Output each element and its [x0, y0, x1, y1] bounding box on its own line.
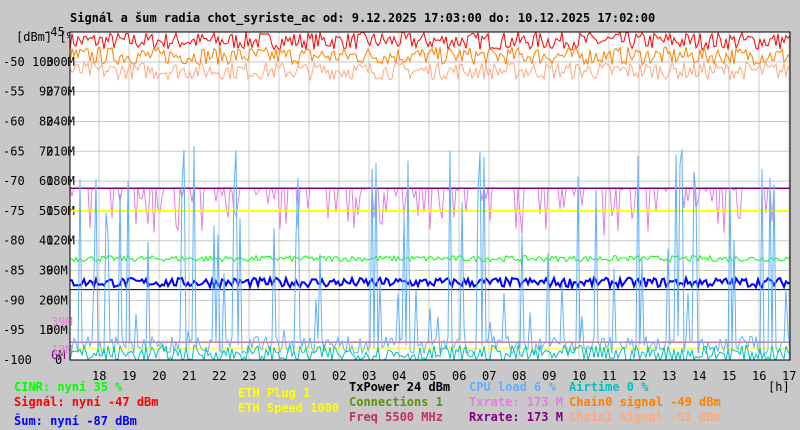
y-tick-rate: 180M: [46, 174, 75, 188]
legend-txpower: TxPower 24 dBm: [349, 380, 451, 394]
legend-freq: Freq 5500 MHz: [349, 410, 443, 424]
y-tick-dbm: -50: [3, 55, 25, 69]
rate-marker: 13M: [51, 343, 73, 357]
x-tick: 17: [782, 369, 796, 383]
legend-txrate: Txrate: 173 M: [469, 395, 563, 409]
legend-chain0: Chain0 signal -49 dBm: [569, 395, 721, 409]
y-tick-dbm: -80: [3, 234, 25, 248]
y-tick-dbm: -100: [3, 353, 32, 367]
y-tick-rate: 240M: [46, 114, 75, 128]
y-tick-rate: 60M: [46, 293, 68, 307]
legend-cinr: CINR: nyní 35 %: [14, 380, 123, 394]
y-tick-rate: 120M: [46, 234, 75, 248]
x-tick: 16: [752, 369, 766, 383]
y-tick-dbm: -85: [3, 264, 25, 278]
x-tick: 21: [182, 369, 196, 383]
x-tick: 14: [692, 369, 706, 383]
y-tick-dbm: -95: [3, 323, 25, 337]
x-tick: 23: [242, 369, 256, 383]
x-tick: 13: [662, 369, 676, 383]
x-tick: 02: [332, 369, 346, 383]
y-tick-dbm: -65: [3, 144, 25, 158]
y-tick-rate: 210M: [46, 144, 75, 158]
y-tick-dbm: -90: [3, 293, 25, 307]
y-tick-dbm: -60: [3, 114, 25, 128]
chart: Signál a šum radia chot_syriste_ac od: 9…: [0, 0, 800, 430]
y-tick-dbm: -55: [3, 85, 25, 99]
x-tick: 06: [452, 369, 466, 383]
legend-airtime: Airtime 0 %: [569, 380, 649, 394]
legend-signal: Signál: nyní -47 dBm: [14, 395, 159, 409]
y-tick-dbm: -45: [43, 25, 65, 39]
legend-rxrate: Rxrate: 173 M: [469, 410, 563, 424]
y-tick-dbm: -75: [3, 204, 25, 218]
x-tick: 01: [302, 369, 316, 383]
legend-connections: Connections 1: [349, 395, 443, 409]
y-tick-dbm: -70: [3, 174, 25, 188]
legend-cpu-load: CPU load 6 %: [469, 380, 556, 394]
x-tick: 20: [152, 369, 166, 383]
rate-marker: 39M: [51, 315, 73, 329]
x-tick: 22: [212, 369, 226, 383]
y-tick-rate: 90M: [46, 264, 68, 278]
x-tick: 00: [272, 369, 286, 383]
y-tick-rate: 270M: [46, 85, 75, 99]
legend-noise: Šum: nyní -87 dBm: [14, 414, 137, 428]
x-tick: 15: [722, 369, 736, 383]
legend-eth-speed: ETH Speed 1000: [238, 401, 340, 415]
legend-chain1: Chain1 signal -51 dBm: [569, 410, 721, 424]
plot-area: -45-50 100300M-55 90270M-60 80240M-65 70210M…: [3, 25, 796, 383]
x-tick: 19: [122, 369, 136, 383]
legend-eth-plug: ETH Plug 1: [238, 386, 311, 400]
